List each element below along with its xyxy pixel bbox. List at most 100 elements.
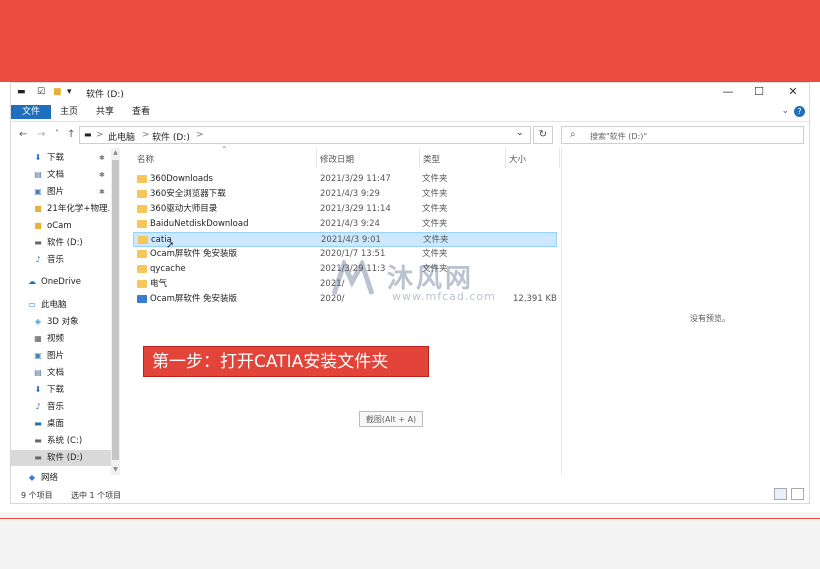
up-button[interactable]: ↑ bbox=[67, 129, 75, 140]
column-header-modified[interactable]: 修改日期 bbox=[320, 153, 354, 165]
sidebar-item-videos[interactable]: ▦ 视频 bbox=[11, 331, 111, 347]
table-row[interactable]: Ocam屏软件 免安装版 2020/ 12,391 KB bbox=[133, 292, 557, 307]
forward-button[interactable]: → bbox=[37, 129, 45, 140]
explorer-window: ▬ ☑ ■ ▾ 软件 (D:) — ☐ ✕ 文件 主页 共享 查看 ⌄ ? ← … bbox=[10, 82, 810, 504]
scroll-up-icon[interactable]: ▲ bbox=[111, 149, 120, 156]
quick-access-dropdown-icon[interactable]: ▾ bbox=[67, 87, 72, 97]
picture-icon: ▣ bbox=[34, 351, 42, 360]
document-icon: ▤ bbox=[34, 368, 42, 377]
breadcrumb-separator: > bbox=[96, 130, 104, 140]
recent-locations-button[interactable]: ˅ bbox=[55, 129, 59, 138]
table-row[interactable]: 360Downloads 2021/3/29 11:47 文件夹 bbox=[133, 172, 557, 187]
sidebar-item-network[interactable]: ◆ 网络 bbox=[11, 470, 111, 486]
scroll-down-icon[interactable]: ▼ bbox=[111, 466, 120, 473]
folder-icon bbox=[137, 280, 147, 288]
breadcrumb-drive-d[interactable]: 软件 (D:) bbox=[152, 130, 190, 143]
column-divider[interactable] bbox=[505, 148, 506, 168]
folder-icon bbox=[137, 190, 147, 198]
table-row[interactable]: qycache 2021/3/29 11:3 文件夹 bbox=[133, 262, 557, 277]
sidebar-item-downloads-pinned[interactable]: ⬇ 下载 ✱ bbox=[11, 150, 111, 166]
breadcrumb-separator: > bbox=[196, 130, 204, 140]
sidebar-item-music[interactable]: ♪ 音乐 bbox=[11, 399, 111, 415]
pin-icon: ✱ bbox=[99, 171, 105, 179]
sidebar-item-drive-d[interactable]: ▬ 软件 (D:) bbox=[11, 450, 111, 466]
file-list: ⌃ 名称 修改日期 类型 大小 360Downloads 2021/3/29 1… bbox=[121, 145, 561, 475]
column-header-size[interactable]: 大小 bbox=[509, 153, 526, 165]
address-dropdown-icon[interactable]: ⌄ bbox=[516, 128, 524, 138]
folder-icon[interactable]: ■ bbox=[53, 87, 62, 97]
table-row[interactable]: Ocam屏软件 免安装版 2020/1/7 13:51 文件夹 bbox=[133, 247, 557, 262]
preview-pane: 没有预览。 bbox=[561, 148, 810, 475]
folder-icon bbox=[138, 236, 148, 244]
sidebar-item-onedrive[interactable]: ☁ OneDrive bbox=[11, 274, 111, 290]
table-row[interactable]: 360驱动大师目录 2021/3/29 11:14 文件夹 bbox=[133, 202, 557, 217]
sidebar-item-drive-d-quick[interactable]: ▬ 软件 (D:) bbox=[11, 235, 111, 251]
screenshot-tooltip: 截图(Alt + A) bbox=[359, 411, 423, 427]
drive-icon: ▬ bbox=[17, 87, 26, 97]
sidebar-item-ocam[interactable]: ■ oCam bbox=[11, 218, 111, 234]
sidebar-item-this-pc[interactable]: ▭ 此电脑 bbox=[11, 297, 111, 313]
back-button[interactable]: ← bbox=[19, 129, 27, 140]
cube-icon: ◈ bbox=[34, 317, 42, 326]
ribbon-tabs: 文件 主页 共享 查看 ⌄ ? bbox=[11, 103, 809, 122]
tab-view[interactable]: 查看 bbox=[129, 105, 153, 119]
large-icons-view-button[interactable] bbox=[791, 488, 804, 500]
help-icon[interactable]: ? bbox=[794, 106, 805, 117]
pin-icon: ✱ bbox=[99, 188, 105, 196]
music-icon: ♪ bbox=[35, 255, 41, 264]
drive-icon: ▬ bbox=[34, 238, 42, 247]
sidebar-item-drive-c[interactable]: ▬ 系统 (C:) bbox=[11, 433, 111, 449]
folder-icon bbox=[137, 175, 147, 183]
item-count: 9 个项目 bbox=[21, 491, 53, 500]
sidebar-item-3d-objects[interactable]: ◈ 3D 对象 bbox=[11, 314, 111, 330]
sidebar-item-music-quick[interactable]: ♪ 音乐 bbox=[11, 252, 111, 268]
column-divider[interactable] bbox=[419, 148, 420, 168]
bottom-divider bbox=[0, 518, 820, 519]
maximize-button[interactable]: ☐ bbox=[752, 85, 766, 98]
computer-icon: ▭ bbox=[28, 300, 36, 309]
search-icon: ⌕ bbox=[570, 129, 576, 140]
column-header-type[interactable]: 类型 bbox=[423, 153, 440, 165]
mouse-cursor-icon: ➚ bbox=[166, 240, 175, 251]
table-row[interactable]: 360安全浏览器下载 2021/4/3 9:29 文件夹 bbox=[133, 187, 557, 202]
address-row: ← → ˅ ↑ ▬ > 此电脑 > 软件 (D:) > ⌄ ↻ ⌕ 搜索"软件 … bbox=[11, 123, 809, 147]
navigation-pane: ⬇ 下载 ✱ ▤ 文档 ✱ ▣ 图片 ✱ ■ 21年化学+物理... ■ oCa… bbox=[11, 148, 121, 483]
refresh-button[interactable]: ↻ bbox=[533, 126, 553, 144]
details-view-button[interactable] bbox=[774, 488, 787, 500]
folder-icon bbox=[137, 220, 147, 228]
close-button[interactable]: ✕ bbox=[786, 85, 800, 98]
title-bar: ▬ ☑ ■ ▾ 软件 (D:) — ☐ ✕ bbox=[11, 83, 809, 103]
sidebar-item-downloads[interactable]: ⬇ 下载 bbox=[11, 382, 111, 398]
table-row[interactable]: 电气 2021/ bbox=[133, 277, 557, 292]
column-divider[interactable] bbox=[559, 148, 560, 168]
cloud-icon: ☁ bbox=[28, 277, 36, 286]
search-input[interactable]: ⌕ 搜索"软件 (D:)" bbox=[561, 126, 804, 144]
tab-file[interactable]: 文件 bbox=[11, 105, 51, 119]
application-icon bbox=[137, 295, 147, 303]
table-row-selected[interactable]: catia 2021/4/3 9:01 文件夹 bbox=[133, 232, 557, 247]
drive-icon: ▬ bbox=[34, 436, 42, 445]
scrollbar-thumb[interactable] bbox=[112, 160, 119, 460]
sidebar-item-documents[interactable]: ▤ 文档 bbox=[11, 365, 111, 381]
sidebar-item-desktop[interactable]: ▬ 桌面 bbox=[11, 416, 111, 432]
tab-home[interactable]: 主页 bbox=[57, 105, 81, 119]
download-icon: ⬇ bbox=[34, 153, 42, 162]
column-header-name[interactable]: 名称 bbox=[137, 153, 154, 165]
tab-share[interactable]: 共享 bbox=[93, 105, 117, 119]
ribbon-expand-icon[interactable]: ⌄ bbox=[781, 106, 789, 116]
breadcrumb-this-pc[interactable]: 此电脑 bbox=[108, 130, 135, 143]
sidebar-scrollbar[interactable]: ▲ ▼ bbox=[111, 148, 120, 475]
window-title: 软件 (D:) bbox=[86, 90, 124, 100]
checkbox-icon[interactable]: ☑ bbox=[37, 87, 45, 97]
column-divider[interactable] bbox=[316, 148, 317, 168]
network-icon: ◆ bbox=[28, 473, 36, 482]
sidebar-item-chemistry-folder[interactable]: ■ 21年化学+物理... bbox=[11, 201, 115, 217]
sidebar-item-pictures[interactable]: ▣ 图片 bbox=[11, 348, 111, 364]
table-row[interactable]: BaiduNetdiskDownload 2021/4/3 9:24 文件夹 bbox=[133, 217, 557, 232]
sidebar-item-documents-pinned[interactable]: ▤ 文档 ✱ bbox=[11, 167, 111, 183]
breadcrumb-separator: > bbox=[142, 130, 150, 140]
address-bar[interactable]: ▬ > 此电脑 > 软件 (D:) > ⌄ bbox=[79, 126, 531, 144]
minimize-button[interactable]: — bbox=[721, 85, 735, 98]
picture-icon: ▣ bbox=[34, 187, 42, 196]
sidebar-item-pictures-pinned[interactable]: ▣ 图片 ✱ bbox=[11, 184, 111, 200]
